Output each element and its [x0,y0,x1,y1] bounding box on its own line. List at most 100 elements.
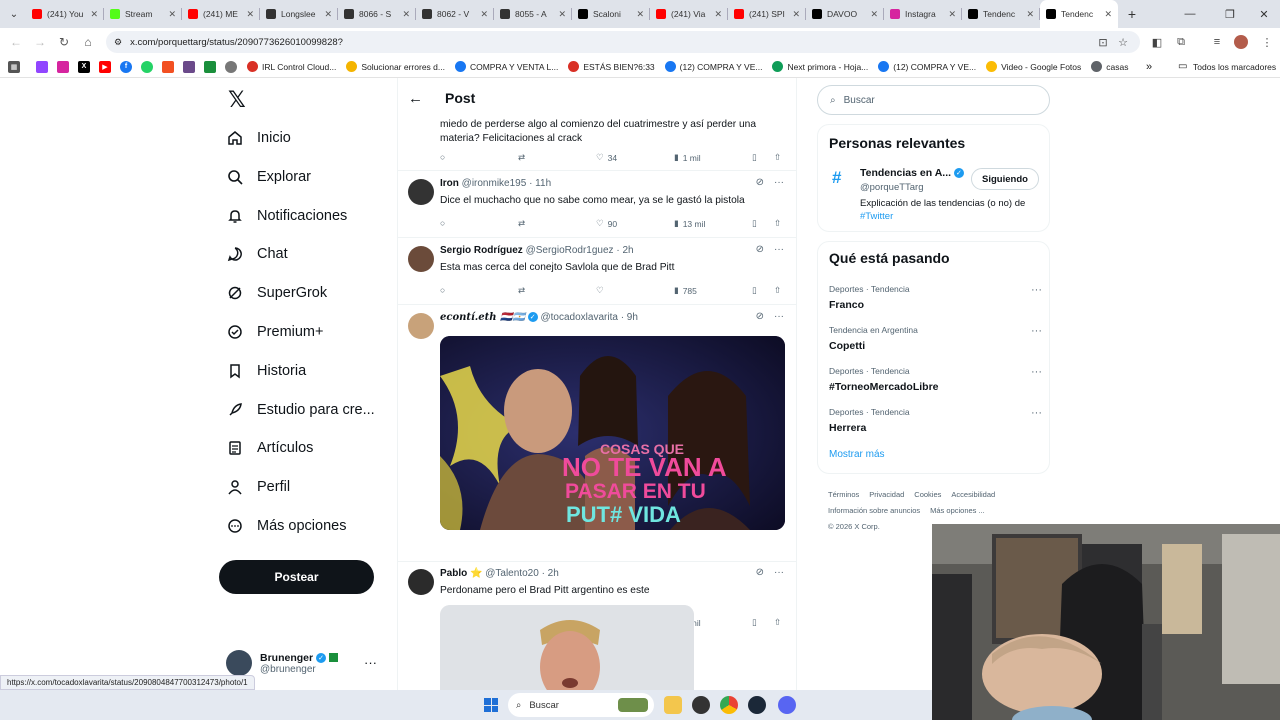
bookmark-icon[interactable]: ▯ [752,218,757,229]
show-more-link[interactable]: Mostrar más [829,449,885,460]
bookmark-icon[interactable]: ▯ [752,285,757,296]
browser-tab[interactable]: (241) You ✕ [26,0,104,28]
taskbar-search[interactable]: ⌕ Buscar [508,693,654,717]
trend-more-icon[interactable]: ··· [1031,407,1042,419]
tweet-image[interactable] [440,605,694,690]
bookmark-item[interactable]: ESTÁS BIEN?6:33 [568,61,655,72]
browser-tab[interactable]: DAVOO ✕ [806,0,884,28]
maximize-icon[interactable]: ❐ [1212,0,1248,28]
close-tab-icon[interactable]: ✕ [558,9,566,20]
trend-item[interactable]: Deportes · Tendencia Herrera ··· [829,407,1044,434]
close-tab-icon[interactable]: ✕ [168,9,176,20]
chrome-menu-icon[interactable]: ⋮ [1256,31,1278,53]
close-tab-icon[interactable]: ✕ [402,9,410,20]
close-tab-icon[interactable]: ✕ [90,9,98,20]
share-icon[interactable]: ⇧ [774,152,781,163]
extensions-puzzle-icon[interactable]: ⧉ [1170,31,1192,53]
more-icon[interactable]: ··· [774,567,784,578]
nav-item[interactable]: Premium+ [226,315,323,349]
close-tab-icon[interactable]: ✕ [1026,9,1034,20]
bookmark-item[interactable]: Video - Google Fotos [986,61,1081,72]
author-handle[interactable]: @Talento20 [485,568,539,579]
views-button[interactable]: ▮ 785 [674,285,697,296]
author-name[interactable]: Pablo ⭐ [440,568,482,579]
reply-icon[interactable]: ○ [440,285,445,295]
reply-tweet[interactable]: econtí.eth 🇳🇱🇦🇷 ✓ @tocadoxlavarita · 9h … [398,306,796,628]
nav-item[interactable]: Historia [226,354,306,388]
nav-item[interactable]: Más opciones [226,509,346,543]
more-icon[interactable]: ··· [774,244,784,255]
trend-more-icon[interactable]: ··· [1031,366,1042,378]
footer-link[interactable]: Privacidad [869,490,904,499]
trend-item[interactable]: Deportes · Tendencia Franco ··· [829,284,1044,311]
avatar[interactable] [408,313,434,339]
close-window-icon[interactable]: ✕ [1246,0,1280,28]
nav-item[interactable]: Explorar [226,160,311,194]
bookmark-item[interactable]: casas [1091,61,1128,72]
like-button[interactable]: ♡ 34 [596,152,617,163]
app-icon[interactable] [692,696,710,714]
bookmark-icon[interactable]: ▯ [752,152,757,163]
chrome-icon[interactable] [720,696,738,714]
grok-icon[interactable]: ⊘ [756,177,764,188]
bookmark-item[interactable]: (12) COMPRA Y VE... [878,61,976,72]
retweet-icon[interactable]: ⇄ [518,285,525,296]
relevant-handle[interactable]: @porqueTTarg [860,182,924,193]
bio-hashtag-link[interactable]: #Twitter [860,211,893,222]
reply-tweet[interactable]: Sergio Rodríguez @SergioRodr1guez · 2h ⊘… [398,239,796,305]
avatar[interactable]: # [832,168,841,188]
trend-item[interactable]: Deportes · Tendencia #TorneoMercadoLibre ·… [829,366,1044,393]
tweet-image[interactable]: COSAS QUE NO TE VAN A PASAR EN TU PUT# V… [440,336,785,530]
site-info-icon[interactable]: ⚙ [114,37,122,48]
footer-link[interactable]: Cookies [914,490,941,499]
new-tab-button[interactable]: + [1118,6,1146,22]
bookmark-item[interactable]: Solucionar errores d... [346,61,445,72]
browser-tab[interactable]: (241) SPI ✕ [728,0,806,28]
back-icon[interactable]: ← [4,30,28,54]
browser-tab[interactable]: (241) Via ✕ [650,0,728,28]
author-name[interactable]: econtí.eth 🇳🇱🇦🇷 [440,312,525,323]
discord-icon[interactable] [778,696,796,714]
author-name[interactable]: Iron [440,178,459,189]
tweet-time[interactable]: · 9h [621,312,638,323]
reload-icon[interactable]: ↻ [52,30,76,54]
tweet-time[interactable]: · 11h [529,178,551,189]
grok-icon[interactable]: ⊘ [756,311,764,322]
facebook-icon[interactable]: f [120,60,132,73]
trend-item[interactable]: Tendencia en Argentina Copetti ··· [829,325,1044,352]
browser-tab[interactable]: Longslee ✕ [260,0,338,28]
windows-start-icon[interactable] [484,698,498,712]
reply-icon[interactable]: ○ [440,218,445,228]
tweet-time[interactable]: · 2h [616,245,633,256]
close-tab-icon[interactable]: ✕ [636,9,644,20]
author-name[interactable]: Sergio Rodríguez [440,245,523,256]
author-handle[interactable]: @ironmike195 [462,178,527,189]
globe-icon[interactable] [225,60,237,73]
apps-grid-icon[interactable]: ▦ [8,60,20,73]
author-handle[interactable]: @tocadoxlavarita [541,312,618,323]
back-arrow-icon[interactable]: ← [408,90,430,107]
grok-icon[interactable]: ⊘ [756,567,764,578]
nav-item[interactable]: Chat [226,237,288,271]
browser-tab[interactable]: 8055 - A ✕ [494,0,572,28]
twitch-icon[interactable] [36,60,48,73]
footer-link[interactable]: Más opciones ... [930,506,985,515]
views-button[interactable]: ▮ 13 mil [674,218,705,229]
grok-icon[interactable]: ⊘ [756,244,764,255]
retweet-icon[interactable]: ⇄ [518,152,525,163]
browser-tab[interactable]: 8062 - V ✕ [416,0,494,28]
close-tab-icon[interactable]: ✕ [480,9,488,20]
browser-tab[interactable]: Stream ✕ [104,0,182,28]
share-icon[interactable]: ⇧ [774,285,781,296]
nav-item[interactable]: Inicio [226,121,291,155]
relevant-name[interactable]: Tendencias en A... ✓ [860,167,964,179]
close-tab-icon[interactable]: ✕ [1104,9,1112,20]
forward-icon[interactable]: → [28,30,52,54]
close-tab-icon[interactable]: ✕ [246,9,254,20]
home-browser-icon[interactable]: ⌂ [76,30,100,54]
bookmark-item[interactable]: COMPRA Y VENTA L... [454,61,558,72]
browser-tab[interactable]: Scaloni ✕ [572,0,650,28]
close-tab-icon[interactable]: ✕ [714,9,722,20]
youtube-icon[interactable]: ▶ [99,60,111,73]
bookmark-star-icon[interactable]: ☆ [1112,31,1134,53]
